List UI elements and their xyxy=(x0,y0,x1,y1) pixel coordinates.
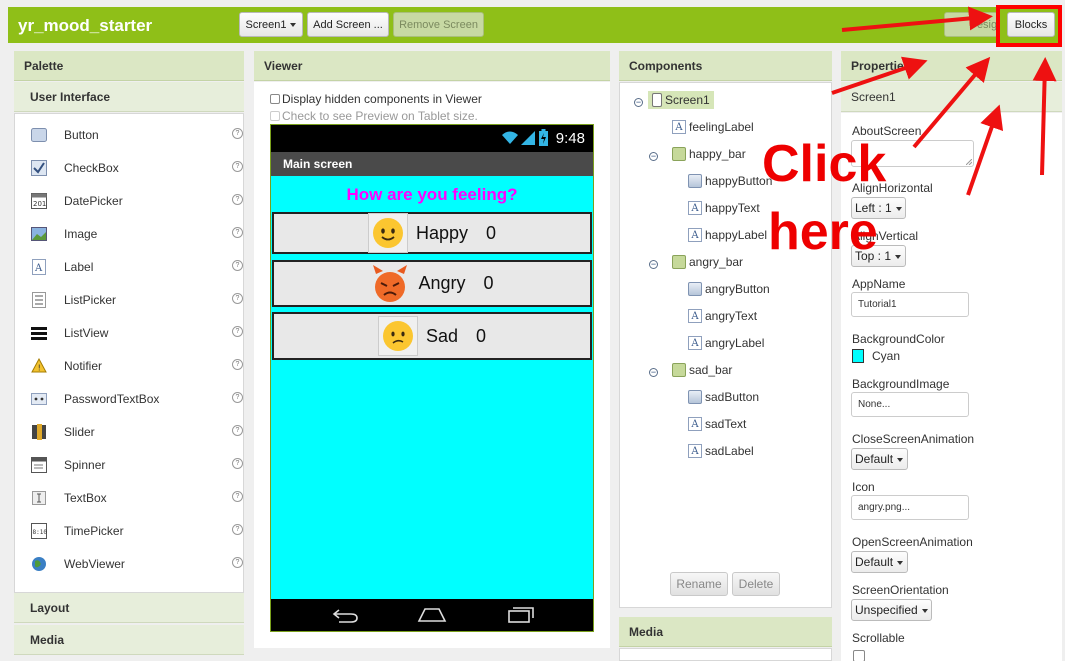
annotation-arrows xyxy=(831,6,1057,196)
arrow-icon xyxy=(831,6,1057,196)
